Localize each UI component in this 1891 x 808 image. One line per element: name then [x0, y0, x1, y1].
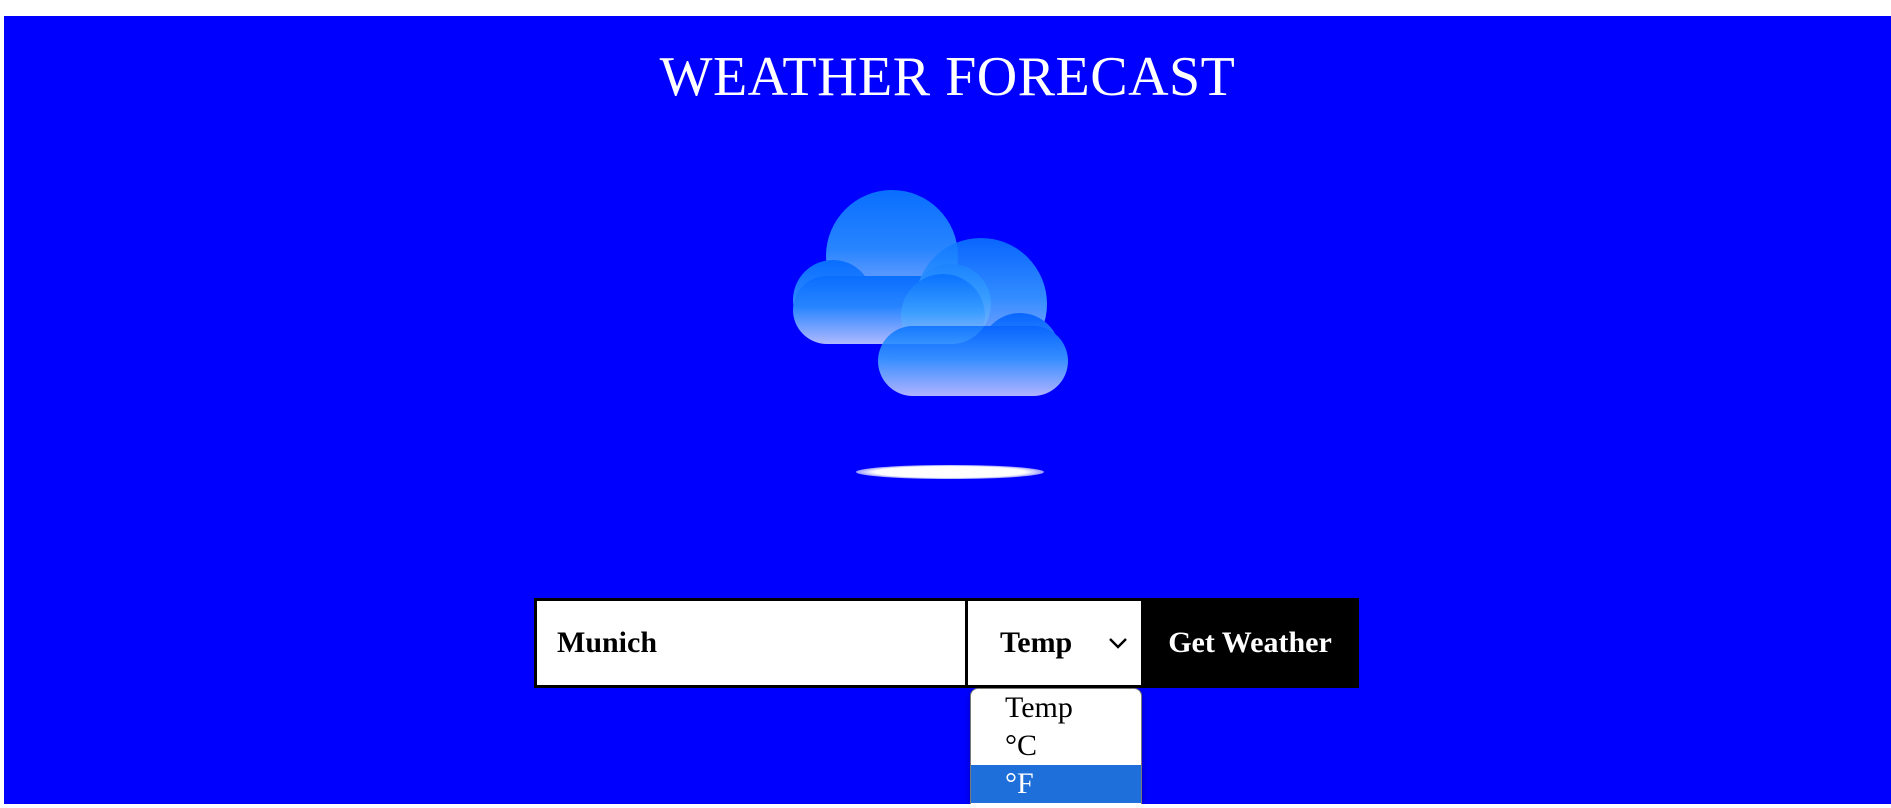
unit-select-value: Temp	[1000, 626, 1073, 659]
weather-app: WEATHER FORECAST Munich Temp Get Weather…	[4, 16, 1891, 804]
search-form: Temp Get Weather	[534, 598, 1359, 688]
get-weather-button[interactable]: Get Weather	[1141, 598, 1359, 688]
page-title: WEATHER FORECAST	[659, 46, 1236, 108]
unit-select[interactable]: Temp	[968, 598, 1141, 688]
cloudy-icon	[793, 190, 1068, 479]
dropdown-option-fahrenheit[interactable]: °F	[971, 765, 1141, 803]
dropdown-option-temp[interactable]: Temp	[971, 689, 1141, 727]
unit-dropdown-menu: Temp °C °F	[970, 688, 1142, 804]
city-input[interactable]	[534, 598, 968, 688]
cloud-shadow	[856, 465, 1044, 479]
dropdown-option-celsius[interactable]: °C	[971, 727, 1141, 765]
chevron-down-icon	[1109, 638, 1127, 649]
